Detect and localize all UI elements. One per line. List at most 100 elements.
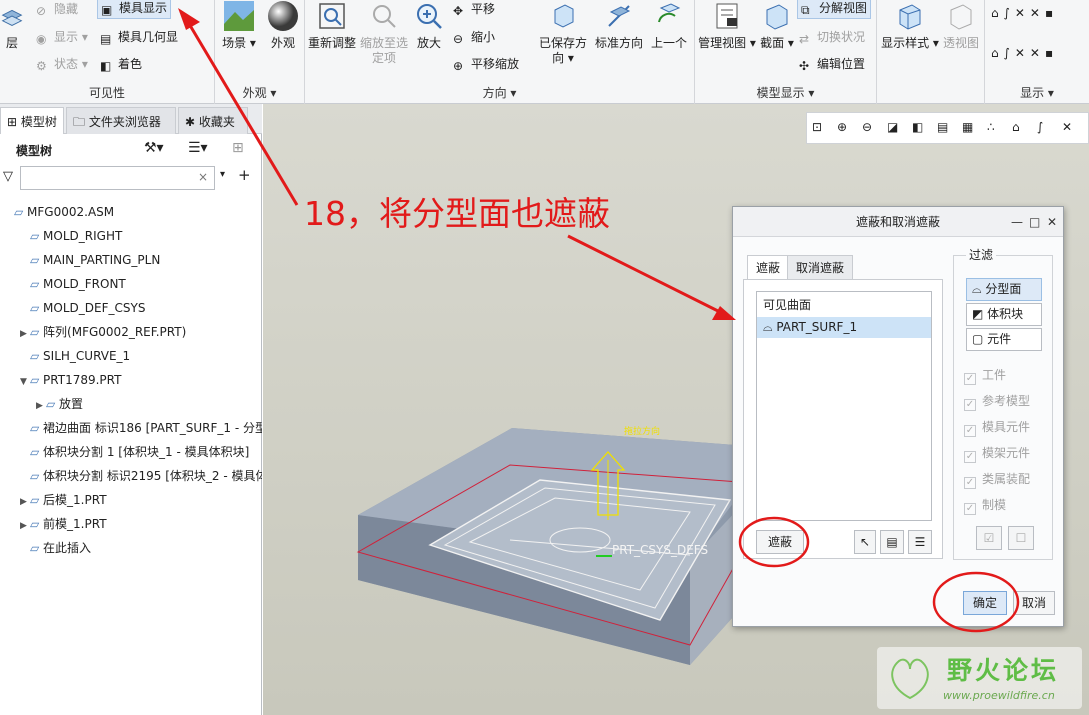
- tree-item[interactable]: ▱ 体积块分割 标识2195 [体积块_2 - 模具体: [0, 464, 262, 488]
- tree-header: 模型树 ⚒▾ ☰▾ ⊞: [0, 134, 262, 164]
- previous-orientation-button[interactable]: 上一个: [647, 0, 691, 51]
- filter-parting-surface-button[interactable]: ⌓ 分型面: [966, 278, 1042, 301]
- tree-item-label: MFG0002.ASM: [27, 205, 115, 219]
- visible-surfaces-list[interactable]: 可见曲面 ⌓ PART_SURF_1: [756, 291, 932, 521]
- saved-orientation-button[interactable]: 已保存方向 ▾: [535, 0, 591, 66]
- tree-item[interactable]: ▼ ▱ PRT1789.PRT: [0, 368, 262, 392]
- expand-arrow-icon[interactable]: ▶: [20, 322, 30, 344]
- tree-item[interactable]: ▶ ▱ 放置: [0, 392, 262, 416]
- datum-display-icons-row1[interactable]: ⌂∫✕✕▪: [991, 6, 1058, 20]
- tab-model-tree[interactable]: ⊞ 模型树: [0, 107, 64, 134]
- select-pointer-button[interactable]: ↖: [854, 530, 876, 554]
- tree-item[interactable]: ▶ ▱ 阵列(MFG0002_REF.PRT): [0, 320, 262, 344]
- tree-item[interactable]: ▱ SILH_CURVE_1: [0, 344, 262, 368]
- manage-views-button[interactable]: 管理视图 ▾: [697, 0, 757, 51]
- deselect-all-icon: ☰: [914, 535, 926, 549]
- mold-display-button[interactable]: ▣ 模具显示: [97, 0, 172, 19]
- close-icon[interactable]: ✕: [1047, 207, 1057, 237]
- list-item[interactable]: ⌓ PART_SURF_1: [757, 317, 931, 338]
- exploded-view-button[interactable]: ⧉ 分解视图: [797, 0, 872, 19]
- layer-button[interactable]: 层: [0, 2, 24, 51]
- manage-views-icon: [716, 3, 738, 29]
- filter-check-family-assembly[interactable]: ✓ 类属装配: [964, 470, 1030, 489]
- ok-button[interactable]: 确定: [963, 591, 1007, 615]
- tree-item[interactable]: ▱ MOLD_DEF_CSYS: [0, 296, 262, 320]
- tab-blank[interactable]: 遮蔽: [747, 255, 790, 279]
- cancel-button[interactable]: 取消: [1013, 591, 1055, 615]
- tree-node-icon: ▱: [30, 325, 44, 339]
- uncheck-all-icon: ☐: [1015, 531, 1027, 545]
- tree-item[interactable]: ▱ MFG0002.ASM: [0, 200, 262, 224]
- group-label-model-display: 模型显示: [756, 86, 805, 100]
- mold-geometry-button[interactable]: ▤ 模具几何显: [100, 28, 178, 46]
- deselect-all-button[interactable]: ☰: [908, 530, 932, 554]
- datum-display-icons-row2[interactable]: ⌂∫✕✕▪: [991, 46, 1058, 60]
- group-appearance: 场景 ▾ 外观 外观 ▾: [215, 0, 305, 104]
- filter-check-moldbase-component[interactable]: ✓ 模架元件: [964, 444, 1030, 463]
- expand-arrow-icon[interactable]: ▶: [20, 490, 30, 512]
- filter-check-ref-model[interactable]: ✓ 参考模型: [964, 392, 1030, 411]
- group-display-style: 显示样式 ▾ 透视图: [877, 0, 985, 104]
- expand-arrow-icon[interactable]: ▼: [20, 370, 30, 392]
- filter-select-all-button[interactable]: ☑: [976, 526, 1002, 550]
- add-icon[interactable]: +: [238, 166, 251, 184]
- filter-volume-button[interactable]: ◩ 体积块: [966, 303, 1042, 326]
- expand-arrow-icon[interactable]: ▶: [20, 514, 30, 536]
- tree-search-input[interactable]: ×: [20, 166, 215, 190]
- shading-button[interactable]: ◧ 着色: [100, 55, 142, 73]
- tree-item[interactable]: ▱ MOLD_RIGHT: [0, 224, 262, 248]
- zoom-selected-button[interactable]: 缩放至选定项: [359, 0, 409, 66]
- pan-icon: ✥: [453, 4, 464, 18]
- appearance-button[interactable]: 外观: [263, 0, 303, 51]
- tab-unblank[interactable]: 取消遮蔽: [787, 255, 854, 279]
- tree-item-label: 阵列(MFG0002_REF.PRT): [43, 325, 187, 339]
- hide-button[interactable]: ⊘ 隐藏: [36, 0, 78, 18]
- toggle-status-button[interactable]: ⇄ 切换状况: [799, 28, 865, 46]
- watermark-title: 野火论坛: [947, 656, 1060, 685]
- filter-check-molding[interactable]: ✓ 制模: [964, 496, 1006, 515]
- filter-dropdown-icon[interactable]: ▾: [220, 169, 225, 180]
- tree-item[interactable]: ▱ 在此插入: [0, 536, 262, 560]
- tree-filter-settings-icon[interactable]: ⊞: [232, 140, 244, 156]
- refit-button[interactable]: 重新调整: [307, 0, 357, 51]
- scene-button[interactable]: 场景 ▾: [219, 0, 259, 51]
- pan-button[interactable]: ✥ 平移: [453, 0, 495, 18]
- filter-component-button[interactable]: ▢ 元件: [966, 328, 1042, 351]
- filter-check-workpiece[interactable]: ✓ 工件: [964, 366, 1006, 385]
- tree-item[interactable]: ▱ 体积块分割 1 [体积块_1 - 模具体积块]: [0, 440, 262, 464]
- display-style-button[interactable]: 显示样式 ▾: [881, 0, 939, 51]
- pan-zoom-button[interactable]: ⊕ 平移缩放: [453, 55, 519, 73]
- shading-icon: ◧: [100, 59, 112, 73]
- group-label-display: 显示: [1020, 86, 1045, 100]
- tree-item[interactable]: ▱ 裙边曲面 标识186 [PART_SURF_1 - 分型: [0, 416, 262, 440]
- zoom-in-button[interactable]: 放大: [409, 0, 449, 51]
- blank-button[interactable]: 遮蔽: [756, 530, 804, 554]
- tree-settings-icon[interactable]: ⚒▾: [144, 140, 164, 156]
- section-button[interactable]: 截面 ▾: [757, 0, 797, 51]
- standard-orientation-button[interactable]: 标准方向: [593, 0, 645, 51]
- edit-position-button[interactable]: ✣ 编辑位置: [799, 55, 865, 73]
- tree-columns-icon[interactable]: ☰▾: [188, 140, 208, 156]
- filter-clear-all-button[interactable]: ☐: [1008, 526, 1034, 550]
- group-display: ⌂∫✕✕▪ ⌂∫✕✕▪ 显示 ▾: [991, 6, 1059, 100]
- pan-zoom-icon: ⊕: [453, 59, 464, 73]
- tree-item[interactable]: ▶ ▱ 前模_1.PRT: [0, 512, 262, 536]
- status-button[interactable]: ⚙ 状态 ▾: [36, 55, 88, 73]
- tree-item[interactable]: ▱ MAIN_PARTING_PLN: [0, 248, 262, 272]
- tree-title: 模型树: [16, 144, 53, 158]
- standard-orientation-icon: [608, 5, 631, 27]
- show-button[interactable]: ◉ 显示 ▾: [36, 28, 88, 46]
- sphere-icon: [268, 1, 298, 31]
- maximize-icon[interactable]: □: [1029, 207, 1040, 237]
- tab-favorites[interactable]: ✱ 收藏夹: [178, 107, 248, 134]
- tree-item[interactable]: ▶ ▱ 后模_1.PRT: [0, 488, 262, 512]
- tree-item[interactable]: ▱ MOLD_FRONT: [0, 272, 262, 296]
- zoom-out-button[interactable]: ⊖ 缩小: [453, 28, 495, 46]
- select-all-button[interactable]: ▤: [880, 530, 904, 554]
- expand-arrow-icon[interactable]: ▶: [36, 394, 46, 416]
- tab-folder-browser[interactable]: 🗀 文件夹浏览器: [66, 107, 176, 134]
- clear-icon[interactable]: ×: [198, 170, 208, 184]
- minimize-icon[interactable]: —: [1011, 207, 1023, 237]
- filter-check-mold-component[interactable]: ✓ 模具元件: [964, 418, 1030, 437]
- perspective-button[interactable]: 透视图: [939, 0, 983, 51]
